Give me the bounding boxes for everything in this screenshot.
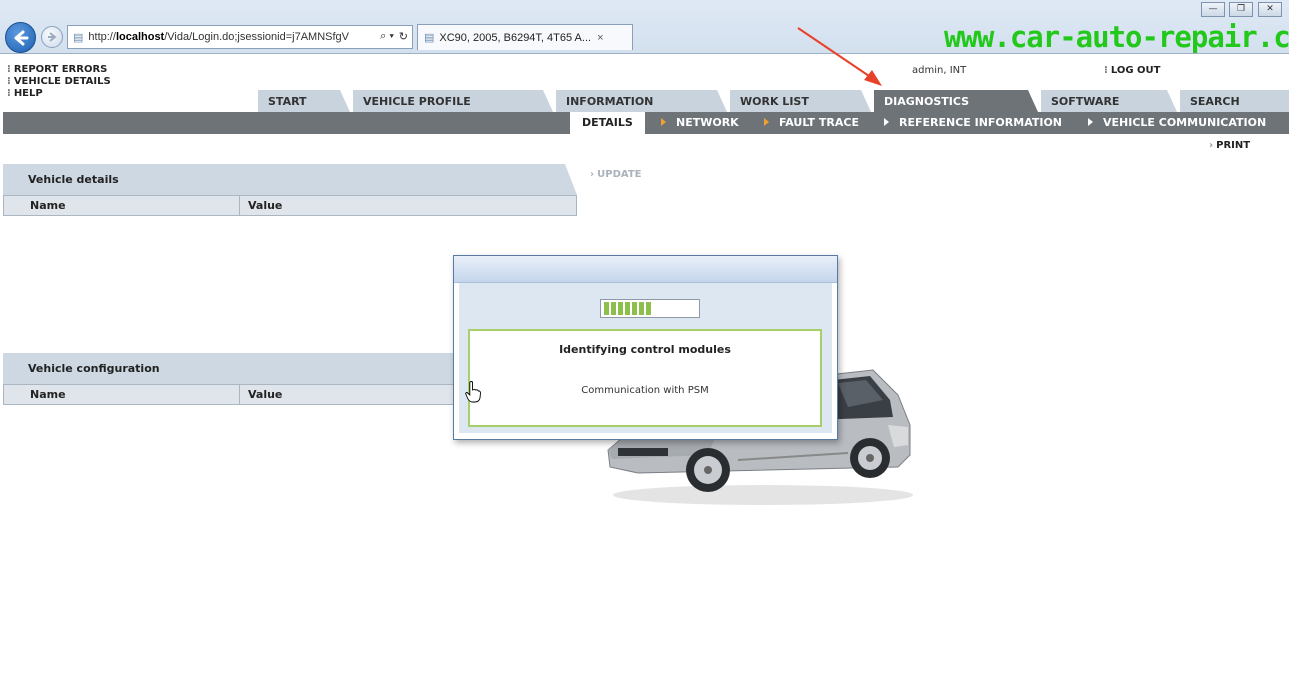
progress-segment <box>604 302 609 315</box>
tab-software[interactable]: SOFTWARE <box>1041 90 1177 112</box>
search-dropdown-icon[interactable]: ⌕ ▾ <box>377 30 394 43</box>
orange-arrow-icon <box>661 118 666 126</box>
column-value: Value <box>248 388 283 401</box>
tab-title: XC90, 2005, B6294T, 4T65 A... <box>439 31 592 44</box>
white-arrow-icon <box>1088 118 1093 126</box>
forward-button[interactable] <box>41 26 63 48</box>
print-link[interactable]: › PRINT <box>1209 140 1250 151</box>
logout-link[interactable]: ⁝ LOG OUT <box>1104 65 1160 76</box>
progress-segment <box>625 302 630 315</box>
help-link[interactable]: ⁝ HELP <box>7 88 43 99</box>
back-button[interactable] <box>5 22 36 53</box>
vehicle-details-link[interactable]: ⁝ VEHICLE DETAILS <box>7 76 111 87</box>
tab-information[interactable]: INFORMATION <box>556 90 727 112</box>
page-icon: ▤ <box>73 31 84 44</box>
column-value: Value <box>248 199 283 212</box>
browser-tab[interactable]: ▤ XC90, 2005, B6294T, 4T65 A... × <box>417 24 633 50</box>
address-bar[interactable]: ▤ http://localhost/Vida/Login.do;jsessio… <box>67 25 413 49</box>
subtab-reference-information[interactable]: REFERENCE INFORMATION <box>884 112 1062 134</box>
tab-page-icon: ▤ <box>424 32 435 44</box>
dialog-status-text: Communication with PSM <box>581 385 709 396</box>
annotation-arrow-icon <box>797 27 882 86</box>
column-name: Name <box>30 388 66 401</box>
progress-segment <box>611 302 616 315</box>
dialog-message-title: Identifying control modules <box>559 343 731 356</box>
url-prefix: http:// <box>88 31 116 43</box>
report-errors-link[interactable]: ⁝ REPORT ERRORS <box>7 64 107 75</box>
hand-cursor-icon <box>465 381 481 403</box>
tab-start[interactable]: START <box>258 90 350 112</box>
progress-segment <box>646 302 651 315</box>
url-host: localhost <box>115 31 165 43</box>
column-name: Name <box>30 199 66 212</box>
tab-vehicle-profile[interactable]: VEHICLE PROFILE <box>353 90 553 112</box>
dialog-title-bar <box>454 256 837 283</box>
column-divider <box>239 196 240 215</box>
subtab-fault-trace[interactable]: FAULT TRACE <box>764 112 859 134</box>
column-divider <box>239 385 240 404</box>
subtab-network[interactable]: NETWORK <box>661 112 739 134</box>
tab-diagnostics[interactable]: DIAGNOSTICS <box>874 90 1038 112</box>
progress-segment <box>639 302 644 315</box>
tab-work-list[interactable]: WORK LIST <box>730 90 871 112</box>
browser-toolbar: ▤ http://localhost/Vida/Login.do;jsessio… <box>0 0 1289 54</box>
vehicle-details-header: Vehicle details <box>3 164 577 195</box>
back-arrow-icon <box>14 30 28 45</box>
progress-bar <box>600 299 700 318</box>
update-link[interactable]: › UPDATE <box>590 169 642 180</box>
subtab-details[interactable]: DETAILS <box>570 112 645 134</box>
white-arrow-icon <box>884 118 889 126</box>
progress-segment <box>618 302 623 315</box>
close-window-button[interactable]: ✕ <box>1258 2 1282 17</box>
message-box: Identifying control modules Communicatio… <box>468 329 822 427</box>
progress-segment <box>632 302 637 315</box>
restore-button[interactable]: ❐ <box>1229 2 1253 17</box>
orange-arrow-icon <box>764 118 769 126</box>
identifying-modules-dialog: Identifying control modules Communicatio… <box>453 255 838 440</box>
user-label: admin, INT <box>912 65 967 76</box>
watermark-text: www.car-auto-repair.com <box>944 20 1289 54</box>
tab-close-icon[interactable]: × <box>597 32 603 44</box>
url-path: /Vida/Login.do;jsessionid=j7AMNSfgV <box>164 31 350 43</box>
tab-search[interactable]: SEARCH <box>1180 90 1289 112</box>
vehicle-details-columns: Name Value <box>3 195 577 216</box>
refresh-icon[interactable]: ↻ <box>399 30 408 43</box>
subtab-vehicle-communication[interactable]: VEHICLE COMMUNICATION <box>1088 112 1266 134</box>
forward-arrow-icon <box>48 32 57 42</box>
dialog-body: Identifying control modules Communicatio… <box>459 283 832 433</box>
minimize-button[interactable]: — <box>1201 2 1225 17</box>
